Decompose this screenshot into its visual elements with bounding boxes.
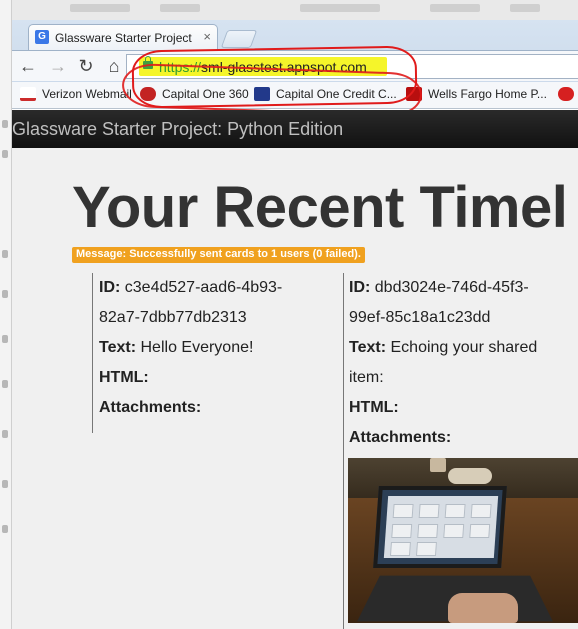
card-text-row: Text: Hello Everyone! bbox=[99, 333, 342, 363]
text-label: Text: bbox=[349, 339, 387, 356]
background-mark bbox=[2, 250, 8, 258]
bookmark-overflow[interactable] bbox=[558, 87, 578, 105]
page-heading: Your Recent Timel bbox=[72, 175, 568, 240]
background-mark bbox=[2, 150, 8, 158]
background-mark bbox=[2, 430, 8, 438]
background-mark bbox=[2, 335, 8, 343]
card-id-row-cont: 99ef-85c18a1c23dd bbox=[349, 303, 578, 333]
photo-screen-cell bbox=[389, 542, 411, 556]
card-id-row: ID: dbd3024e-746d-45f3- bbox=[349, 273, 578, 303]
bookmark-capital-one-360[interactable]: Capital One 360 bbox=[140, 87, 249, 105]
app-brand[interactable]: Glassware Starter Project: Python Editio… bbox=[12, 119, 343, 140]
background-mark bbox=[2, 480, 8, 488]
photo-screen-cell bbox=[392, 504, 414, 518]
id-value: 82a7-7dbb77db2313 bbox=[99, 309, 247, 326]
attachments-label: Attachments: bbox=[349, 429, 452, 446]
bookmark-wells-fargo[interactable]: Wells Fargo Home P... bbox=[406, 87, 547, 105]
address-bar[interactable]: https://sml-glasstest.appspot.com bbox=[126, 54, 578, 79]
background-mark bbox=[2, 120, 8, 128]
bookmark-label: Wells Fargo Home P... bbox=[428, 87, 547, 101]
photo-screen-cell bbox=[443, 524, 465, 538]
url-host: sml-glasstest.appspot.com bbox=[201, 59, 367, 75]
photo-screen-cell bbox=[444, 504, 466, 518]
page-content: Your Recent Timel Message: Successfully … bbox=[12, 148, 578, 629]
url-scheme: https:// bbox=[159, 59, 202, 75]
timeline-card: ID: c3e4d527-aad6-4b93- 82a7-7dbb77db231… bbox=[92, 273, 342, 433]
bookmark-label: Capital One Credit C... bbox=[276, 87, 397, 101]
background-window-left-edge bbox=[0, 0, 12, 629]
html-label: HTML: bbox=[99, 369, 149, 386]
id-label: ID: bbox=[349, 279, 371, 296]
browser-chrome: G Glassware Starter Project × ← → ↻ ⌂ ht… bbox=[12, 20, 578, 118]
capital-one-icon bbox=[254, 87, 270, 101]
photo-screen-cell bbox=[469, 524, 491, 538]
photo-screen-cell bbox=[415, 542, 437, 556]
bookmark-verizon-webmail[interactable]: Verizon Webmail bbox=[20, 87, 132, 105]
card-html-row: HTML: bbox=[99, 363, 342, 393]
photo-laptop-screen bbox=[373, 486, 507, 568]
screenshot-root: G Glassware Starter Project × ← → ↻ ⌂ ht… bbox=[0, 0, 578, 629]
close-tab-icon[interactable]: × bbox=[203, 29, 211, 44]
photo-screen-cell bbox=[418, 504, 440, 518]
photo-hand bbox=[448, 593, 518, 623]
bookmarks-bar: Verizon Webmail Capital One 360 Capital … bbox=[12, 82, 578, 109]
card-text-row: Text: Echoing your shared bbox=[349, 333, 578, 363]
new-tab-button[interactable] bbox=[220, 30, 258, 48]
id-value: c3e4d527-aad6-4b93- bbox=[124, 279, 283, 296]
card-attachments-row: Attachments: bbox=[99, 393, 342, 423]
photo-screen-cell bbox=[470, 504, 492, 518]
text-label: Text: bbox=[99, 339, 137, 356]
bookmark-capital-one-credit[interactable]: Capital One Credit C... bbox=[254, 87, 397, 105]
app-navbar: Glassware Starter Project: Python Editio… bbox=[12, 110, 578, 148]
overflow-bookmark-icon bbox=[558, 87, 574, 101]
id-value: 99ef-85c18a1c23dd bbox=[349, 309, 491, 326]
bookmark-label: Capital One 360 bbox=[162, 87, 249, 101]
photo-screen-window bbox=[383, 496, 499, 558]
back-arrow-icon[interactable]: ← bbox=[18, 56, 38, 76]
status-message-badge: Message: Successfully sent cards to 1 us… bbox=[72, 247, 365, 263]
bookmark-label: Verizon Webmail bbox=[42, 87, 132, 101]
card-id-row: ID: c3e4d527-aad6-4b93- bbox=[99, 273, 342, 303]
attachments-label: Attachments: bbox=[99, 399, 202, 416]
card-html-row: HTML: bbox=[349, 393, 578, 423]
background-item bbox=[430, 4, 480, 12]
background-window-strip bbox=[0, 0, 578, 20]
card-attachments-row: Attachments: bbox=[349, 423, 578, 453]
padlock-icon bbox=[143, 56, 153, 69]
background-item bbox=[510, 4, 540, 12]
background-mark bbox=[2, 380, 8, 388]
forward-arrow-icon[interactable]: → bbox=[48, 56, 68, 76]
browser-toolbar: ← → ↻ ⌂ https://sml-glasstest.appspot.co… bbox=[12, 50, 578, 81]
photo-screen-cell bbox=[417, 524, 439, 538]
photo-bowl bbox=[448, 468, 492, 484]
photo-screen-cell bbox=[391, 524, 413, 538]
card-text-row-cont: item: bbox=[349, 363, 578, 393]
html-label: HTML: bbox=[349, 399, 399, 416]
background-mark bbox=[2, 525, 8, 533]
background-item bbox=[160, 4, 200, 12]
card-id-row-cont: 82a7-7dbb77db2313 bbox=[99, 303, 342, 333]
text-value: Hello Everyone! bbox=[140, 339, 254, 356]
attachment-photo-laptop[interactable] bbox=[348, 458, 578, 623]
capital-one-360-icon bbox=[140, 87, 156, 101]
url-text: https://sml-glasstest.appspot.com bbox=[159, 59, 367, 75]
background-mark bbox=[2, 290, 8, 298]
text-value: item: bbox=[349, 369, 384, 386]
home-icon[interactable]: ⌂ bbox=[104, 56, 124, 76]
id-label: ID: bbox=[99, 279, 121, 296]
browser-tab[interactable]: G Glassware Starter Project × bbox=[28, 24, 218, 50]
verizon-icon bbox=[20, 87, 36, 101]
background-item bbox=[300, 4, 380, 12]
wells-fargo-icon bbox=[406, 87, 422, 101]
google-favicon-icon: G bbox=[35, 30, 49, 44]
tab-title: Glassware Starter Project bbox=[55, 31, 192, 45]
photo-cup bbox=[430, 458, 446, 472]
id-value: dbd3024e-746d-45f3- bbox=[374, 279, 529, 296]
text-value: Echoing your shared bbox=[390, 339, 538, 356]
background-item bbox=[70, 4, 130, 12]
reload-icon[interactable]: ↻ bbox=[76, 56, 96, 76]
